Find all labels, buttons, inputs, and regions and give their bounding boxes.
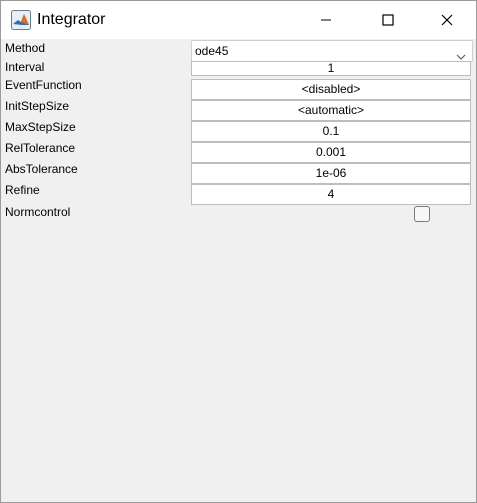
max-step-size-label: MaxStepSize bbox=[5, 120, 76, 134]
interval-field[interactable]: 1 bbox=[191, 61, 471, 76]
event-function-row: EventFunction <disabled> bbox=[1, 78, 476, 100]
integrator-window: Integrator Method ode45 Interval 1 Event… bbox=[0, 0, 477, 503]
interval-label: Interval bbox=[5, 60, 45, 74]
init-step-size-label: InitStepSize bbox=[5, 99, 70, 113]
title-bar[interactable]: Integrator bbox=[1, 1, 476, 39]
refine-label: Refine bbox=[5, 183, 40, 197]
window-title: Integrator bbox=[37, 11, 106, 28]
maximize-icon bbox=[382, 14, 394, 26]
maximize-button[interactable] bbox=[359, 1, 417, 39]
chevron-down-icon bbox=[456, 47, 466, 60]
event-function-field[interactable]: <disabled> bbox=[191, 79, 471, 100]
normcontrol-checkbox[interactable] bbox=[414, 206, 430, 222]
method-dropdown[interactable]: ode45 bbox=[191, 40, 473, 62]
close-button[interactable] bbox=[418, 1, 476, 39]
normcontrol-label: Normcontrol bbox=[5, 205, 71, 219]
close-icon bbox=[441, 14, 453, 26]
property-panel: Method ode45 Interval 1 EventFunction <d… bbox=[1, 39, 476, 502]
method-row: Method ode45 bbox=[1, 40, 476, 62]
rel-tolerance-field[interactable]: 0.001 bbox=[191, 142, 471, 163]
refine-row: Refine 4 bbox=[1, 183, 476, 205]
method-label: Method bbox=[5, 41, 46, 55]
init-step-size-row: InitStepSize <automatic> bbox=[1, 99, 476, 121]
event-function-label: EventFunction bbox=[5, 78, 82, 92]
rel-tolerance-row: RelTolerance 0.001 bbox=[1, 141, 476, 163]
abs-tolerance-row: AbsTolerance 1e-06 bbox=[1, 162, 476, 184]
max-step-size-field[interactable]: 0.1 bbox=[191, 121, 471, 142]
refine-field[interactable]: 4 bbox=[191, 184, 471, 205]
method-value: ode45 bbox=[195, 44, 229, 58]
max-step-size-row: MaxStepSize 0.1 bbox=[1, 120, 476, 142]
abs-tolerance-field[interactable]: 1e-06 bbox=[191, 163, 471, 184]
minimize-button[interactable] bbox=[297, 1, 355, 39]
abs-tolerance-label: AbsTolerance bbox=[5, 162, 78, 176]
rel-tolerance-label: RelTolerance bbox=[5, 141, 76, 155]
normcontrol-row: Normcontrol bbox=[1, 205, 476, 227]
matlab-logo-icon bbox=[11, 10, 31, 30]
init-step-size-field[interactable]: <automatic> bbox=[191, 100, 471, 121]
minimize-icon bbox=[321, 19, 331, 21]
